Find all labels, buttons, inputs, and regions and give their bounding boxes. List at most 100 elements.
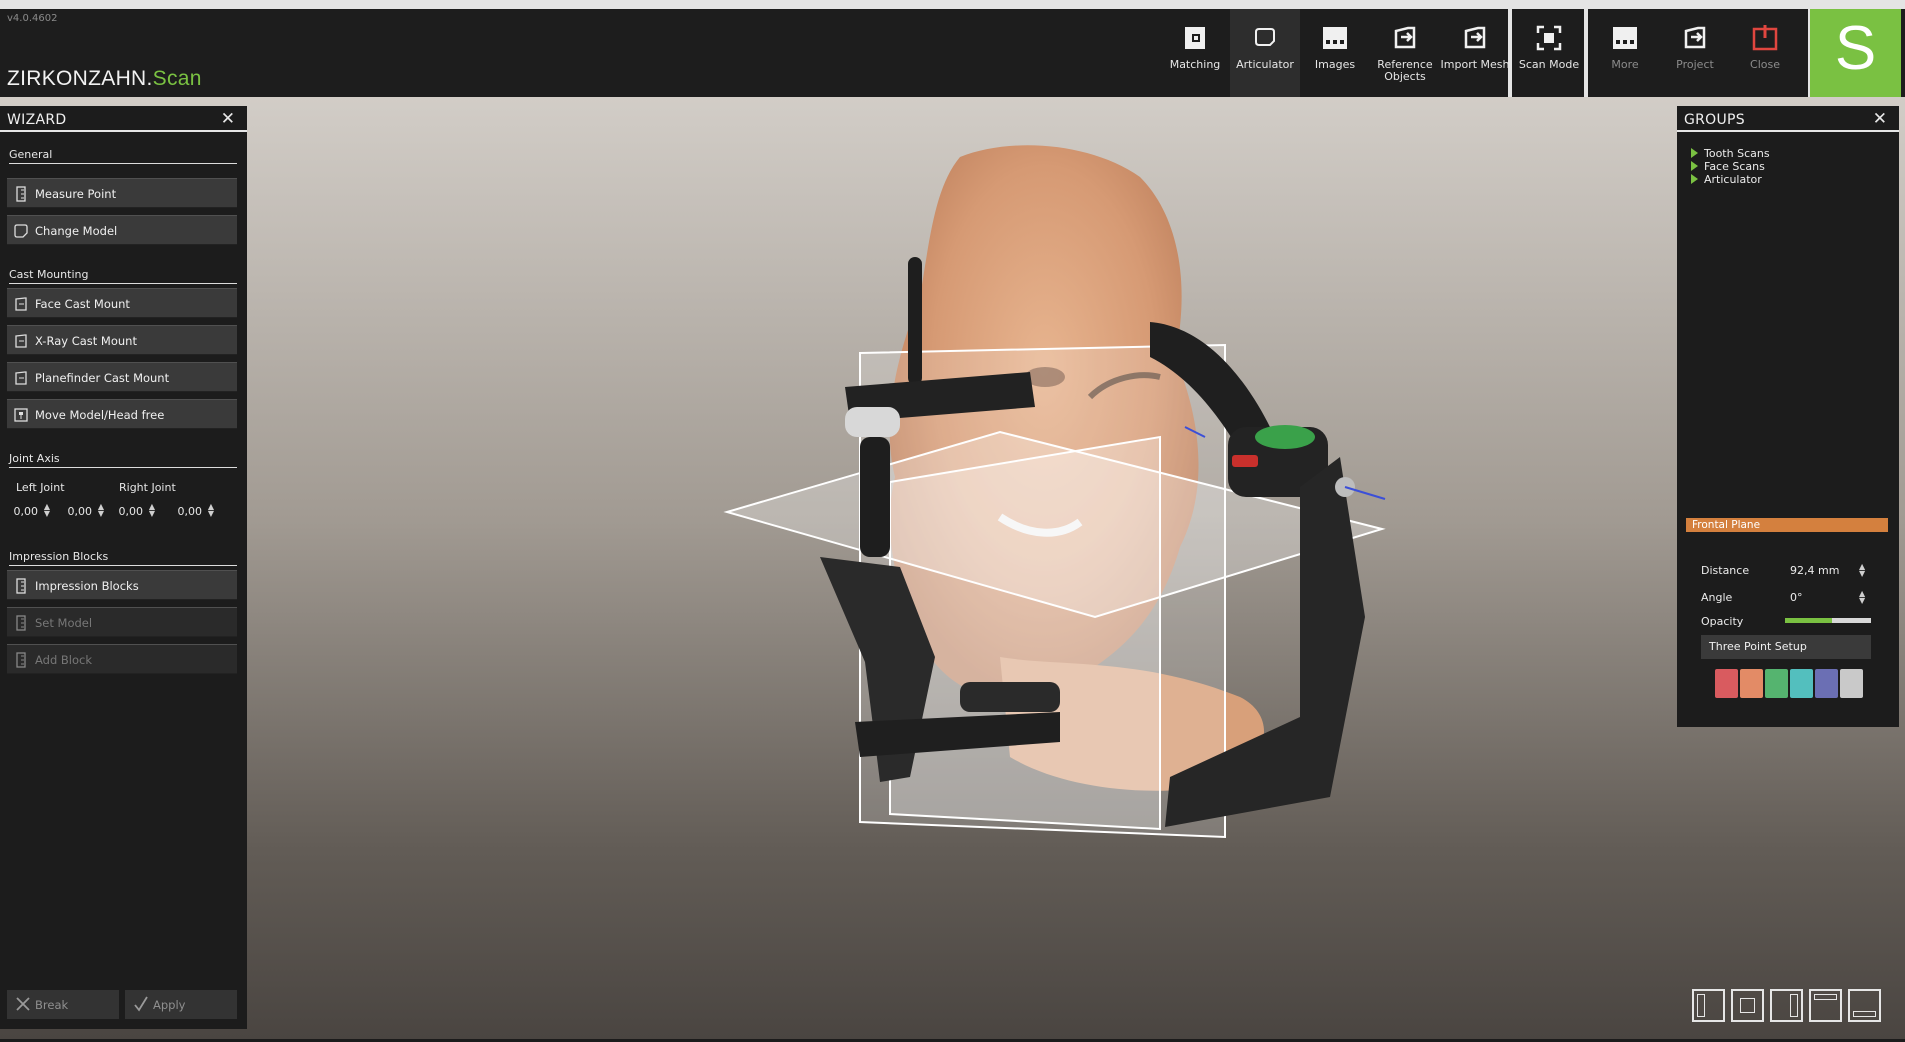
scan-mode-icon [1536,25,1562,51]
move-model-icon [14,408,28,422]
project-button[interactable]: Project [1660,9,1730,97]
images-button[interactable]: Images [1300,9,1370,97]
three-point-setup-button[interactable]: Three Point Setup [1701,635,1871,659]
angle-value[interactable]: 0° [1790,591,1803,604]
angle-label: Angle [1701,591,1733,604]
measure-point-label: Measure Point [35,187,117,201]
matching-button[interactable]: Matching [1160,9,1230,97]
tree-item-label: Face Scans [1704,160,1765,173]
stepper-arrows-icon[interactable]: ▲ ▼ [98,503,104,518]
face-cast-mount-button[interactable]: Face Cast Mount [7,288,237,318]
x-icon [16,997,30,1011]
plane-name: Frontal Plane [1692,519,1761,531]
add-block-label: Add Block [35,653,93,667]
reference-objects-label: Reference Objects [1377,58,1433,83]
stepper-arrows-icon[interactable]: ▲ ▼ [1859,563,1865,578]
planefinder-cast-mount-button[interactable]: Planefinder Cast Mount [7,362,237,392]
view-left-button[interactable] [1692,989,1725,1022]
cast-mount-icon [15,371,27,385]
expand-triangle-icon[interactable] [1691,174,1698,184]
set-model-button[interactable]: Set Model [7,607,237,637]
view-front-button[interactable] [1731,989,1764,1022]
change-model-button[interactable]: Change Model [7,215,237,245]
distance-value[interactable]: 92,4 mm [1790,564,1839,577]
articulator-button[interactable]: Articulator [1230,9,1300,97]
impression-blocks-button[interactable]: Impression Blocks [7,570,237,600]
right-joint-label: Right Joint [119,481,176,494]
groups-panel: GROUPS ✕ Tooth Scans Face Scans Articula… [1677,106,1899,727]
close-icon[interactable]: ✕ [221,109,235,129]
toolbar-separator [1584,9,1588,97]
opacity-slider[interactable] [1785,618,1871,623]
planefinder-cast-mount-label: Planefinder Cast Mount [35,371,170,385]
more-button[interactable]: More [1590,9,1660,97]
face-scan-model[interactable] [0,97,1905,1039]
change-model-label: Change Model [35,224,118,238]
stepper-arrows-icon[interactable]: ▲ ▼ [1859,590,1865,605]
left-joint-x-stepper[interactable]: 0,00 ▲ ▼ [6,503,52,521]
impression-blocks-icon [16,578,26,594]
tree-item-tooth-scans[interactable]: Tooth Scans [1691,147,1770,160]
tree-item-articulator[interactable]: Articulator [1691,173,1762,186]
expand-triangle-icon[interactable] [1691,161,1698,171]
brand-main: ZIRKONZAHN. [7,67,153,90]
cast-mount-icon [15,297,27,311]
color-swatch-green[interactable] [1765,669,1788,698]
stepper-value: 0,00 [13,505,39,518]
view-top-icon [1814,994,1837,1000]
color-swatch-purple[interactable] [1815,669,1838,698]
left-joint-label: Left Joint [16,481,65,494]
version-label: v4.0.4602 [7,13,58,24]
import-mesh-icon [1464,26,1486,49]
break-button[interactable]: Break [7,990,119,1019]
project-label: Project [1676,58,1714,71]
expand-triangle-icon[interactable] [1691,148,1698,158]
stepper-value: 0,00 [67,505,93,518]
measure-point-button[interactable]: Measure Point [7,178,237,208]
right-joint-x-stepper[interactable]: 0,00 ▲ ▼ [111,503,157,521]
xray-cast-mount-button[interactable]: X-Ray Cast Mount [7,325,237,355]
view-right-button[interactable] [1770,989,1803,1022]
toolbar-group-project: More Project Close [1590,9,1808,97]
view-right-icon [1790,994,1798,1017]
wizard-panel: WIZARD ✕ General Measure Point Change Mo… [0,106,247,1029]
stepper-arrows-icon[interactable]: ▲ ▼ [208,503,214,518]
right-joint-y-stepper[interactable]: 0,00 ▲ ▼ [170,503,216,521]
add-block-button[interactable]: Add Block [7,644,237,674]
reference-objects-button[interactable]: Reference Objects [1370,9,1440,97]
3d-viewport[interactable] [0,97,1905,1039]
move-model-button[interactable]: Move Model/Head free [7,399,237,429]
measure-point-icon [16,186,26,202]
stepper-arrows-icon[interactable]: ▲ ▼ [44,503,50,518]
brand-accent: Scan [152,67,202,90]
view-top-button[interactable] [1809,989,1842,1022]
view-bottom-icon [1853,1011,1876,1017]
import-mesh-button[interactable]: Import Mesh [1440,9,1510,97]
apply-label: Apply [153,998,186,1012]
set-model-icon [16,615,26,631]
close-icon[interactable]: ✕ [1873,109,1887,129]
color-swatch-orange[interactable] [1740,669,1763,698]
close-button[interactable]: Close [1730,9,1800,97]
scan-mode-button[interactable]: Scan Mode [1514,9,1584,97]
toolbar-group-scan: Scan Mode [1514,9,1584,97]
close-label: Close [1750,58,1780,71]
color-swatch-teal[interactable] [1790,669,1813,698]
left-joint-y-stepper[interactable]: 0,00 ▲ ▼ [60,503,106,521]
tree-item-label: Tooth Scans [1704,147,1770,160]
opacity-fill [1785,618,1833,623]
stepper-arrows-icon[interactable]: ▲ ▼ [149,503,155,518]
distance-label: Distance [1701,564,1750,577]
impression-blocks-label: Impression Blocks [35,579,139,593]
color-swatch-red[interactable] [1715,669,1738,698]
color-swatch-gray[interactable] [1840,669,1863,698]
tree-item-face-scans[interactable]: Face Scans [1691,160,1765,173]
section-impression-blocks: Impression Blocks [9,550,237,566]
face-cast-mount-label: Face Cast Mount [35,297,130,311]
check-icon [134,996,148,1012]
app-logo-tile[interactable]: S [1810,9,1901,97]
opacity-label: Opacity [1701,615,1744,628]
view-bottom-button[interactable] [1848,989,1881,1022]
apply-button[interactable]: Apply [125,990,237,1019]
frontal-plane-header[interactable]: Frontal Plane [1686,518,1888,532]
